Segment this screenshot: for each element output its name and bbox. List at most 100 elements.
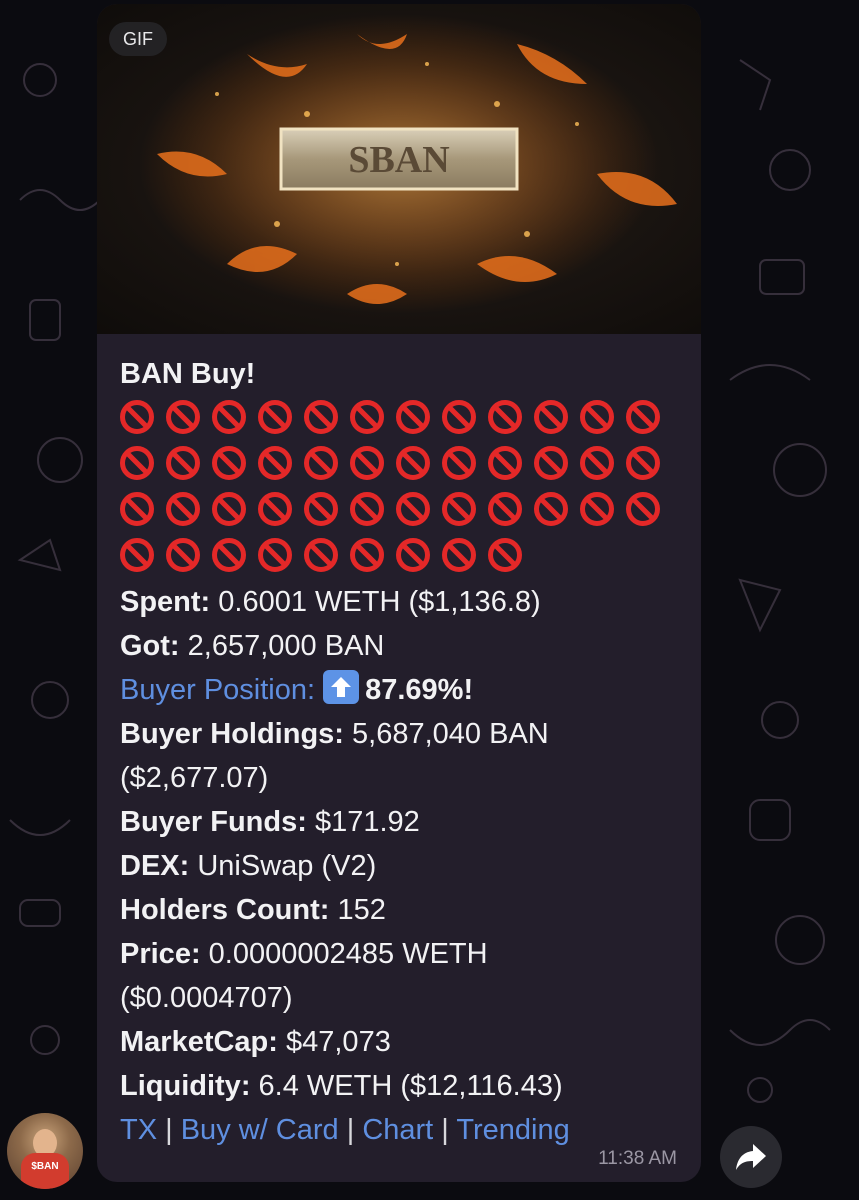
emoji-row xyxy=(120,442,690,488)
no-entry-icon xyxy=(212,446,246,480)
liquidity-value: 6.4 WETH ($12,116.43) xyxy=(250,1070,563,1102)
no-entry-icon xyxy=(166,400,200,434)
liquidity-label: Liquidity: xyxy=(120,1070,251,1102)
link-separator: | xyxy=(433,1114,457,1146)
no-entry-icon xyxy=(442,446,476,480)
no-entry-icon xyxy=(212,538,246,572)
no-entry-icon xyxy=(580,492,614,526)
holders-count-value: 152 xyxy=(329,894,386,926)
no-entry-icon xyxy=(626,400,660,434)
buyer-position-line: Buyer Position: 87.69%! xyxy=(120,668,690,712)
spent-value: 0.6001 WETH ($1,136.8) xyxy=(210,586,541,618)
no-entry-icon xyxy=(304,400,338,434)
no-entry-icon xyxy=(212,492,246,526)
no-entry-icon xyxy=(258,400,292,434)
marketcap-value: $47,073 xyxy=(277,1026,391,1058)
forward-button[interactable] xyxy=(720,1126,782,1188)
no-entry-icon xyxy=(488,400,522,434)
no-entry-icon xyxy=(396,446,430,480)
no-entry-icon xyxy=(442,538,476,572)
no-entry-icon xyxy=(350,400,384,434)
buyer-holdings-label: Buyer Holdings: xyxy=(120,718,344,750)
holders-count-label: Holders Count: xyxy=(120,894,330,926)
emoji-row xyxy=(120,534,690,580)
emoji-row xyxy=(120,396,690,442)
no-entry-icon xyxy=(580,446,614,480)
gif-logo-text: SBAN xyxy=(348,139,449,181)
marketcap-line: MarketCap: $47,073 xyxy=(120,1020,690,1064)
no-entry-icon xyxy=(304,538,338,572)
no-entry-icon xyxy=(258,538,292,572)
no-entry-icon xyxy=(120,400,154,434)
no-entry-icon xyxy=(626,492,660,526)
no-entry-icon xyxy=(396,538,430,572)
buy-with-card-link[interactable]: Buy w/ Card xyxy=(181,1114,339,1146)
no-entry-icon xyxy=(120,538,154,572)
no-entry-icon xyxy=(166,492,200,526)
no-entry-icon xyxy=(350,538,384,572)
message-bubble: SBAN GIF BAN Buy! Spent: 0.6001 WETH ($1… xyxy=(97,4,701,1182)
avatar-shirt-text: $BAN xyxy=(31,1161,59,1172)
dex-value: UniSwap (V2) xyxy=(189,850,377,882)
no-entry-icon xyxy=(534,492,568,526)
price-line: Price: 0.0000002485 WETH xyxy=(120,932,690,976)
gif-media[interactable]: SBAN GIF xyxy=(97,4,701,334)
no-entry-icon xyxy=(488,492,522,526)
chart-link[interactable]: Chart xyxy=(362,1114,433,1146)
no-entry-icon xyxy=(166,538,200,572)
dex-line: DEX: UniSwap (V2) xyxy=(120,844,690,888)
no-entry-icon xyxy=(534,400,568,434)
got-value: 2,657,000 BAN xyxy=(179,630,385,662)
message-text: BAN Buy! Spent: 0.6001 WETH ($1,136.8) G… xyxy=(120,352,690,1152)
no-entry-icon xyxy=(258,492,292,526)
buyer-position-link[interactable]: Buyer Position: xyxy=(120,674,315,706)
dex-label: DEX: xyxy=(120,850,190,882)
buyer-holdings-line: Buyer Holdings: 5,687,040 BAN xyxy=(120,712,690,756)
holders-count-line: Holders Count: 152 xyxy=(120,888,690,932)
no-entry-icon xyxy=(120,492,154,526)
buyer-holdings-value: 5,687,040 BAN xyxy=(343,718,549,750)
emoji-row xyxy=(120,488,690,534)
no-entry-icon xyxy=(120,446,154,480)
buyer-funds-label: Buyer Funds: xyxy=(120,806,307,838)
links-line: TX | Buy w/ Card | Chart | Trending xyxy=(120,1108,690,1152)
no-entry-icon xyxy=(442,400,476,434)
marketcap-label: MarketCap: xyxy=(120,1026,278,1058)
spent-line: Spent: 0.6001 WETH ($1,136.8) xyxy=(120,580,690,624)
spent-label: Spent: xyxy=(120,586,211,618)
sender-avatar[interactable]: $BAN xyxy=(7,1113,83,1189)
link-separator: | xyxy=(157,1114,181,1146)
no-entry-icon xyxy=(626,446,660,480)
no-entry-icon xyxy=(580,400,614,434)
forward-arrow-icon xyxy=(736,1144,766,1170)
buyer-position-value: 87.69%! xyxy=(365,674,474,706)
buyer-holdings-usd: ($2,677.07) xyxy=(120,762,269,794)
no-entry-icon xyxy=(442,492,476,526)
fire-animation-image: SBAN xyxy=(139,14,677,314)
up-arrow-icon xyxy=(323,670,360,704)
price-value: 0.0000002485 WETH xyxy=(200,938,488,970)
trending-link[interactable]: Trending xyxy=(456,1114,569,1146)
no-entry-icon xyxy=(258,446,292,480)
link-separator: | xyxy=(338,1114,363,1146)
no-entry-emoji-block xyxy=(120,396,690,580)
no-entry-icon xyxy=(166,446,200,480)
price-usd: ($0.0004707) xyxy=(120,982,293,1014)
no-entry-icon xyxy=(350,492,384,526)
got-label: Got: xyxy=(120,630,180,662)
no-entry-icon xyxy=(488,538,522,572)
buyer-funds-line: Buyer Funds: $171.92 xyxy=(120,800,690,844)
message-timestamp: 11:38 AM xyxy=(598,1148,677,1169)
no-entry-icon xyxy=(304,446,338,480)
liquidity-line: Liquidity: 6.4 WETH ($12,116.43) xyxy=(120,1064,690,1108)
no-entry-icon xyxy=(350,446,384,480)
got-line: Got: 2,657,000 BAN xyxy=(120,624,690,668)
gif-badge: GIF xyxy=(109,22,167,56)
message-title: BAN Buy! xyxy=(120,358,256,390)
no-entry-icon xyxy=(488,446,522,480)
buyer-funds-value: $171.92 xyxy=(306,806,420,838)
tx-link[interactable]: TX xyxy=(120,1114,157,1146)
no-entry-icon xyxy=(396,492,430,526)
avatar-shirt: $BAN xyxy=(21,1153,69,1189)
price-label: Price: xyxy=(120,938,201,970)
